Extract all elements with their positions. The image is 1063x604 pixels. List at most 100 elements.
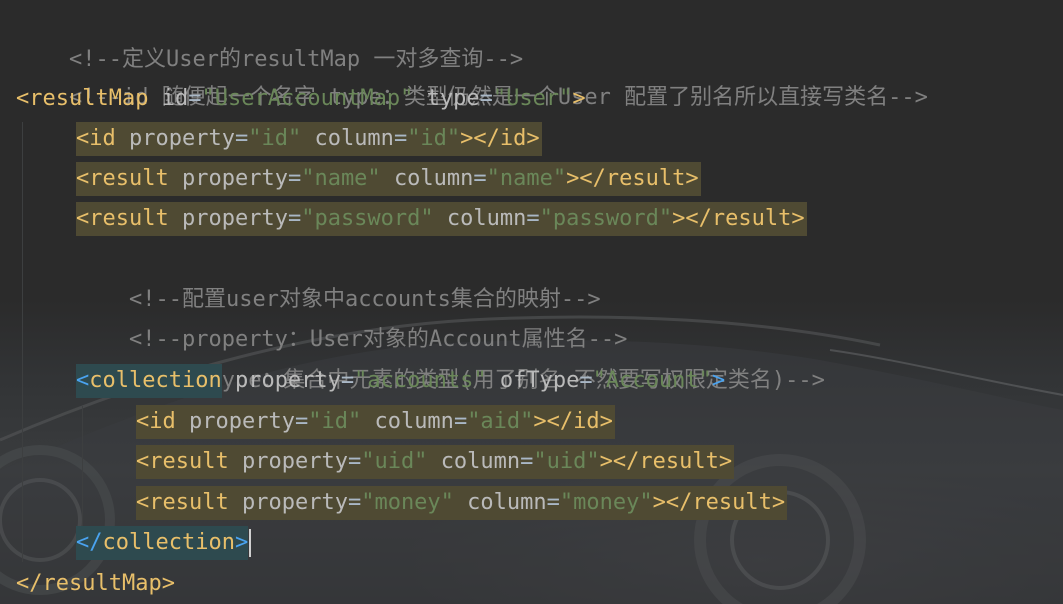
equals-sign: = [340,368,355,393]
equals-sign: = [287,206,302,231]
tag-name: id [573,409,600,434]
attribute-name: column [446,206,527,231]
bracket: < [76,126,90,151]
code-line-comment: <!--id 随便起一个名字 type：类型仍然是一个User 配置了别名所以直… [16,38,928,110]
bracket: > [572,86,586,111]
equals-sign: = [546,490,560,515]
attribute-value: "UserAccountMap" [201,86,414,111]
matched-bracket: </ [76,530,103,555]
attribute-name: ofType [499,368,580,393]
attribute-name: property [129,126,235,151]
bracket: > [791,206,805,231]
code-line-comment: <!--ofType：集合中元素的类型(用了别名 不然要写权限定类名)--> [76,321,825,393]
equals-sign: = [393,126,408,151]
attribute-value: "id" [248,126,302,151]
equals-sign: = [287,166,302,191]
bracket: > [161,571,175,596]
attribute-value: "money" [361,490,454,515]
code-line-resultmap-close: </resultMap> [16,564,175,604]
code-line-id: <id property="id" column="id"></id> [76,119,542,159]
indent-guide [22,122,23,562]
code-line-id: <id property="id" column="aid"></id> [136,402,615,442]
bracket: < [76,166,90,191]
tag-name: result [149,490,229,515]
attribute-name: column [314,126,394,151]
code-editor[interactable]: <!--定义User的resultMap 一对多查询--> <!--id 随便起… [0,0,1063,604]
tag-name: result [89,206,169,231]
tag-name: result [711,206,792,231]
attribute-value: "User" [492,86,573,111]
code-line-result: <result property="money" column="money">… [136,483,788,523]
attribute-value: "id" [407,126,461,151]
bracket: > [718,449,733,474]
attribute-name: column [393,166,474,191]
equals-sign: = [188,86,202,111]
attribute-name: type [426,86,480,111]
tag-name: id [89,126,116,151]
code-line-comment: <!--配置user对象中accounts集合的映射--> [76,240,601,312]
equals-sign: = [347,490,362,515]
equals-sign: = [479,86,493,111]
tag-name: collection [89,368,222,393]
equals-sign: = [453,409,468,434]
attribute-value: "password" [539,206,673,231]
equals-sign: = [526,206,540,231]
attribute-value: "id" [308,409,362,434]
code-line-comment: <!--property：User对象的Account属性名--> [76,280,627,352]
matched-bracket: < [76,368,90,393]
attribute-value: "password" [301,206,434,231]
attribute-name: column [374,409,454,434]
attribute-value: "aid" [467,409,534,434]
matched-bracket: > [711,368,726,393]
attribute-name: property [241,449,348,474]
attribute-value: "uid" [533,449,600,474]
code-line-result: <result property="name" column="name"></… [76,159,701,199]
attribute-value: "Account" [592,368,712,393]
tag-name: result [605,166,686,191]
bracket: ></ [533,409,574,434]
bracket: ></ [652,490,693,515]
code-line-comment: <!--定义User的resultMap 一对多查询--> [16,0,523,72]
bracket: < [16,86,30,111]
bracket: < [76,206,90,231]
attribute-value: "name" [301,166,381,191]
bracket: ></ [460,126,500,151]
bracket: < [136,449,150,474]
attribute-name: id [161,86,189,111]
tag-name: id [499,126,527,151]
attribute-name: property [181,206,288,231]
equals-sign: = [347,449,362,474]
bracket: > [599,409,613,434]
equals-sign: = [473,166,487,191]
tag-name: result [149,449,229,474]
code-line-resultmap-open: <resultMap id="UserAccountMap" type="Use… [16,79,586,119]
code-line-collection-open: <collection property="accounts" ofType="… [76,361,725,401]
tag-name: resultMap [29,86,149,111]
text-cursor [249,529,252,557]
tag-name: result [639,449,719,474]
code-line-collection-close: </collection> [76,523,252,563]
equals-sign: = [234,126,249,151]
bracket: > [771,490,786,515]
attribute-name: property [181,166,288,191]
attribute-name: column [440,449,521,474]
bracket: </ [16,571,43,596]
tag-name: resultMap [42,571,162,596]
tag-name: result [692,490,772,515]
code-line-result: <result property="uid" column="uid"></re… [136,442,735,482]
attribute-name: property [189,409,295,434]
bracket: ></ [599,449,640,474]
tag-name: collection [102,530,235,555]
equals-sign: = [579,368,593,393]
attribute-value: "name" [486,166,567,191]
tag-name: id [149,409,176,434]
code-line-result: <result property="password" column="pass… [76,199,807,239]
attribute-name: property [241,490,348,515]
matched-bracket: > [234,530,249,555]
tag-name: result [89,166,169,191]
attribute-name: property [234,368,341,393]
attribute-name: column [467,490,547,515]
bracket: > [685,166,699,191]
bracket: ></ [672,206,712,231]
bracket: < [136,490,150,515]
